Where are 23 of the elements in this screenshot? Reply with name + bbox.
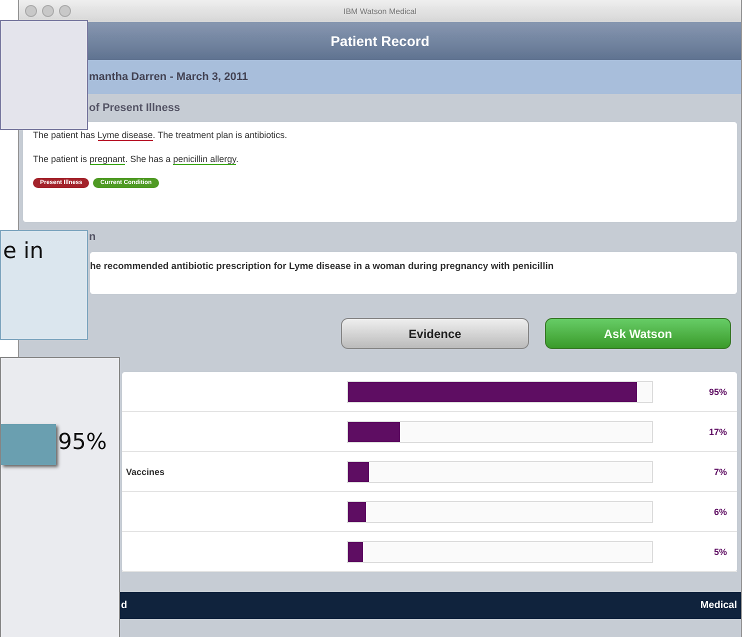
result-label: Vaccines (126, 466, 165, 476)
evidence-button[interactable]: Evidence (341, 318, 529, 349)
sentence: The patient has Lyme disease. The treatment plan is antibiotics. (33, 130, 288, 140)
window-control[interactable] (59, 5, 71, 17)
confidence-value: 6% (714, 506, 727, 516)
question-field[interactable]: he recommended antibiotic prescription for Lyme disease in a woman during pregnancy with penicillin (90, 252, 737, 294)
page-title: Patient Record (330, 33, 430, 49)
confidence-value: 17% (708, 426, 727, 436)
callout-text: e in (3, 239, 44, 264)
patient-name: mantha Darren - March 3, 2011 (89, 71, 248, 83)
callout-value: 95% (58, 430, 107, 455)
section-label: n (89, 231, 96, 243)
footer-text: d (121, 600, 128, 611)
callout-bar (1, 424, 56, 465)
confidence-value: 5% (714, 546, 727, 556)
window-title: IBM Watson Medical (343, 6, 417, 16)
section-label: of Present Illness (89, 102, 180, 114)
confidence-value: 95% (708, 386, 727, 396)
window-control[interactable] (42, 5, 54, 17)
footer-text: Medical (700, 600, 737, 611)
window-control[interactable] (25, 5, 37, 17)
sentence: The patient is pregnant. She has a penicillin allergy. (33, 154, 240, 164)
confidence-value: 7% (714, 466, 727, 476)
